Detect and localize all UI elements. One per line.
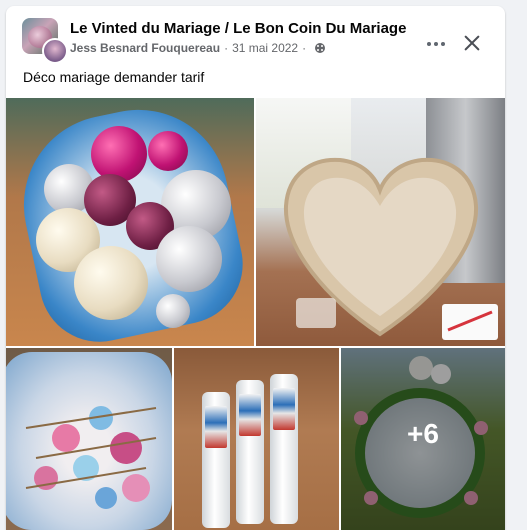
globe-icon bbox=[315, 43, 326, 53]
post-photo-2[interactable] bbox=[256, 98, 505, 346]
author-name-link[interactable]: Jess Besnard Fouquereau bbox=[70, 41, 220, 55]
close-icon bbox=[463, 34, 481, 52]
avatar[interactable] bbox=[22, 18, 68, 64]
roll-label-graphic bbox=[239, 394, 261, 436]
group-name-link[interactable]: Le Vinted du Mariage / Le Bon Coin Du Ma… bbox=[70, 20, 406, 37]
roll-graphic bbox=[202, 392, 230, 528]
roll-graphic bbox=[236, 380, 264, 524]
post-date[interactable]: 31 mai 2022 bbox=[232, 41, 298, 55]
heart-frame-graphic bbox=[283, 157, 498, 340]
decor-ball bbox=[156, 226, 222, 292]
roll-label-graphic bbox=[273, 388, 295, 430]
author-avatar[interactable] bbox=[42, 38, 68, 64]
meta-separator: · bbox=[224, 41, 229, 55]
close-button[interactable] bbox=[457, 28, 487, 58]
decor-ball bbox=[156, 294, 190, 328]
roll-graphic bbox=[270, 374, 298, 524]
post-photo-3[interactable] bbox=[6, 348, 172, 530]
post-photo-1[interactable] bbox=[6, 98, 254, 346]
post-text: Déco mariage demander tarif bbox=[23, 69, 205, 85]
post-photo-5[interactable]: +6 bbox=[341, 348, 505, 530]
more-photos-count[interactable]: +6 bbox=[341, 418, 505, 450]
decor-ball bbox=[148, 131, 188, 171]
decor-ball bbox=[74, 246, 148, 320]
meta-separator: · bbox=[302, 41, 307, 55]
more-options-button[interactable] bbox=[422, 30, 450, 58]
post-photo-4[interactable] bbox=[174, 348, 339, 530]
post-meta: Jess Besnard Fouquereau · 31 mai 2022 · bbox=[70, 41, 326, 55]
post-card: Le Vinted du Mariage / Le Bon Coin Du Ma… bbox=[6, 6, 505, 530]
pinwheels-graphic bbox=[25, 406, 157, 509]
roll-label-graphic bbox=[205, 406, 227, 448]
decor-ball bbox=[91, 126, 147, 182]
more-horizontal-icon bbox=[434, 42, 438, 46]
